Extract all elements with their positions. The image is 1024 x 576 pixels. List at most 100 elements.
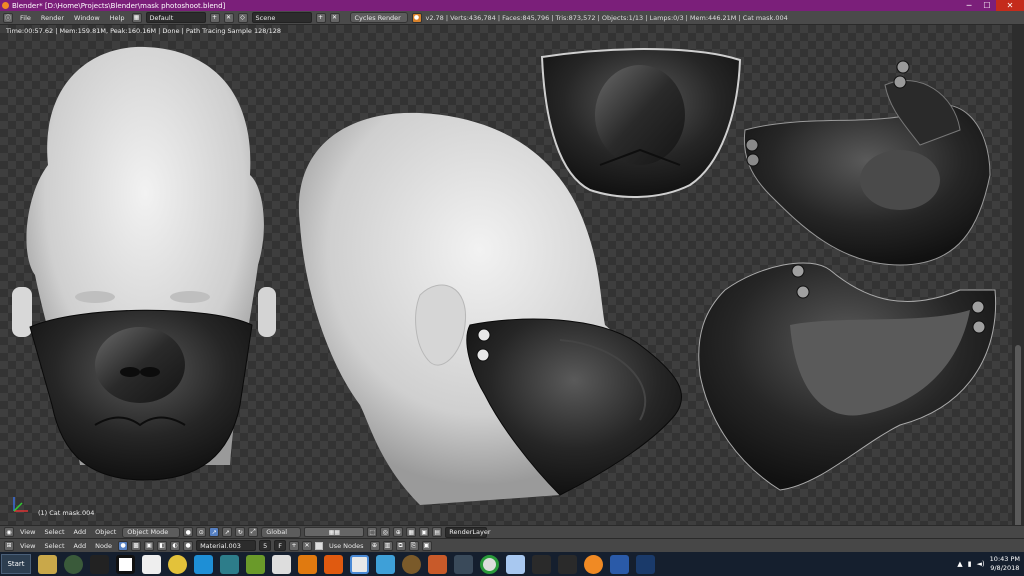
menu-file[interactable]: File xyxy=(17,14,34,22)
folder-icon[interactable] xyxy=(38,554,57,574)
window-title-bar: Blender* [D:\Home\Projects\Blender\mask … xyxy=(0,0,1024,11)
object-menu[interactable]: Object xyxy=(92,528,119,536)
camera-icon[interactable] xyxy=(350,554,369,574)
add-menu[interactable]: Add xyxy=(71,528,90,536)
compositing-nodes-icon[interactable]: ▣ xyxy=(144,540,155,551)
3d-view-header: ◉ View Select Add Object Object Mode ● ⊙… xyxy=(0,525,1024,538)
remove-scene-icon[interactable]: ✕ xyxy=(329,12,340,23)
axis-gizmo-icon xyxy=(13,497,28,512)
select-menu[interactable]: Select xyxy=(41,528,67,536)
save-icon[interactable] xyxy=(454,554,473,574)
render-layer-field[interactable]: RenderLayer xyxy=(445,526,491,538)
mode-dropdown[interactable]: Object Mode xyxy=(122,526,181,538)
obs-icon[interactable] xyxy=(116,554,135,574)
scrollbar-thumb[interactable] xyxy=(1015,345,1021,545)
manipulator-icon[interactable]: ↗ xyxy=(209,527,220,537)
gimp-icon[interactable] xyxy=(402,554,421,574)
use-nodes-checkbox[interactable] xyxy=(314,541,323,550)
new-material-icon[interactable]: + xyxy=(288,540,299,551)
maximize-button[interactable]: ☐ xyxy=(978,0,996,11)
shading-icon[interactable]: ● xyxy=(183,527,194,537)
clock-date: 9/8/2018 xyxy=(990,564,1020,572)
layer-lock-icon[interactable]: ⬚ xyxy=(367,527,378,537)
maya-icon[interactable] xyxy=(220,554,239,574)
steam-like-icon[interactable] xyxy=(90,554,109,574)
character-icon[interactable] xyxy=(558,554,577,574)
blue-icon[interactable] xyxy=(506,554,525,574)
texture-nodes-icon[interactable]: ▩ xyxy=(131,540,142,551)
substance-icon[interactable] xyxy=(376,554,395,574)
render-preview-icon[interactable]: ▣ xyxy=(419,527,430,537)
volume-icon[interactable]: ◄) xyxy=(977,560,985,568)
add-scene-icon[interactable]: + xyxy=(315,12,326,23)
node-view-menu[interactable]: View xyxy=(17,542,38,550)
snap-node-icon[interactable]: ⊕ xyxy=(369,540,380,551)
opengl-render-icon[interactable]: ▤ xyxy=(432,527,443,537)
sublime-icon[interactable] xyxy=(298,554,317,574)
mask-angled-view-render xyxy=(743,60,991,266)
material-users-count[interactable]: 5 xyxy=(259,540,272,551)
game-icon[interactable] xyxy=(532,554,551,574)
clock[interactable]: 10:43 PM 9/8/2018 xyxy=(990,555,1020,573)
tray-chevron-icon[interactable]: ▲ xyxy=(957,560,962,568)
chrome-icon[interactable] xyxy=(428,554,447,574)
layers-grid-icon[interactable]: ▦▦ xyxy=(304,527,365,537)
orientation-dropdown[interactable]: Global xyxy=(261,526,302,538)
video-icon[interactable] xyxy=(324,554,343,574)
3d-viewport[interactable]: Time:00:57.62 | Mem:159.81M, Peak:160.16… xyxy=(0,25,1012,525)
app-icon[interactable] xyxy=(194,554,213,574)
unlink-material-icon[interactable]: ✕ xyxy=(301,540,312,551)
menu-help[interactable]: Help xyxy=(107,14,128,22)
3d-view-editor-icon[interactable]: ◉ xyxy=(4,527,14,537)
close-button[interactable]: ✕ xyxy=(996,0,1024,11)
world-nodes-icon[interactable]: ◐ xyxy=(170,540,181,551)
menu-render[interactable]: Render xyxy=(38,14,67,22)
material-slot-icon[interactable]: ● xyxy=(183,540,194,551)
snap-target-icon[interactable]: ▦ xyxy=(406,527,417,537)
rotate-icon[interactable]: ↻ xyxy=(235,527,246,537)
scale-icon[interactable]: ⤢ xyxy=(248,527,259,537)
material-name-field[interactable]: Material.003 xyxy=(196,540,257,551)
viewport-scrollbar[interactable] xyxy=(1012,25,1024,545)
screen-layout-icon[interactable]: ▦ xyxy=(131,12,142,23)
printer-icon[interactable] xyxy=(480,554,499,574)
python-icon[interactable] xyxy=(168,554,187,574)
photoshop-icon[interactable] xyxy=(610,554,629,574)
front-head-render xyxy=(12,46,276,481)
fusion-icon[interactable] xyxy=(246,554,265,574)
menu-window[interactable]: Window xyxy=(71,14,103,22)
scene-field[interactable]: Scene xyxy=(251,12,312,23)
copy-nodes-icon[interactable]: ⧉ xyxy=(395,540,406,551)
translate-icon[interactable]: ➚ xyxy=(222,527,233,537)
paint-icon[interactable] xyxy=(142,554,161,574)
render-engine-dropdown[interactable]: Cycles Render xyxy=(349,12,408,23)
backdrop-icon[interactable]: ▣ xyxy=(421,540,432,551)
steam-icon[interactable] xyxy=(636,554,655,574)
node-select-menu[interactable]: Select xyxy=(41,542,67,550)
paste-nodes-icon[interactable]: ⎘ xyxy=(408,540,419,551)
fake-user-button[interactable]: F xyxy=(274,540,286,551)
add-layout-icon[interactable]: + xyxy=(209,12,220,23)
start-button[interactable]: Start xyxy=(1,554,31,574)
snap-icon[interactable]: ⊕ xyxy=(393,527,404,537)
node-node-menu[interactable]: Node xyxy=(92,542,115,550)
media-icon[interactable] xyxy=(64,554,83,574)
window-title: Blender* [D:\Home\Projects\Blender\mask … xyxy=(12,1,226,10)
node-add-menu[interactable]: Add xyxy=(71,542,90,550)
proportional-edit-icon[interactable]: ◎ xyxy=(380,527,391,537)
minimize-button[interactable]: ─ xyxy=(960,0,978,11)
render-image xyxy=(12,46,997,506)
node-editor-icon[interactable]: ⊞ xyxy=(4,540,14,551)
blender-icon[interactable] xyxy=(584,554,603,574)
view-menu[interactable]: View xyxy=(17,528,38,536)
remove-layout-icon[interactable]: ✕ xyxy=(223,12,234,23)
editor-type-icon[interactable]: ⓘ xyxy=(3,12,13,23)
screen-layout-field[interactable]: Default xyxy=(145,12,206,23)
pivot-icon[interactable]: ⊙ xyxy=(196,527,207,537)
node-editor-header: ⊞ View Select Add Node ● ▩ ▣ ◧ ◐ ● Mater… xyxy=(0,538,1024,552)
snap-mode-icon[interactable]: ▥ xyxy=(382,540,393,551)
object-nodes-icon[interactable]: ◧ xyxy=(157,540,168,551)
shader-nodes-icon[interactable]: ● xyxy=(118,540,129,551)
tz-icon[interactable] xyxy=(272,554,291,574)
network-icon[interactable]: ▮ xyxy=(968,560,972,568)
